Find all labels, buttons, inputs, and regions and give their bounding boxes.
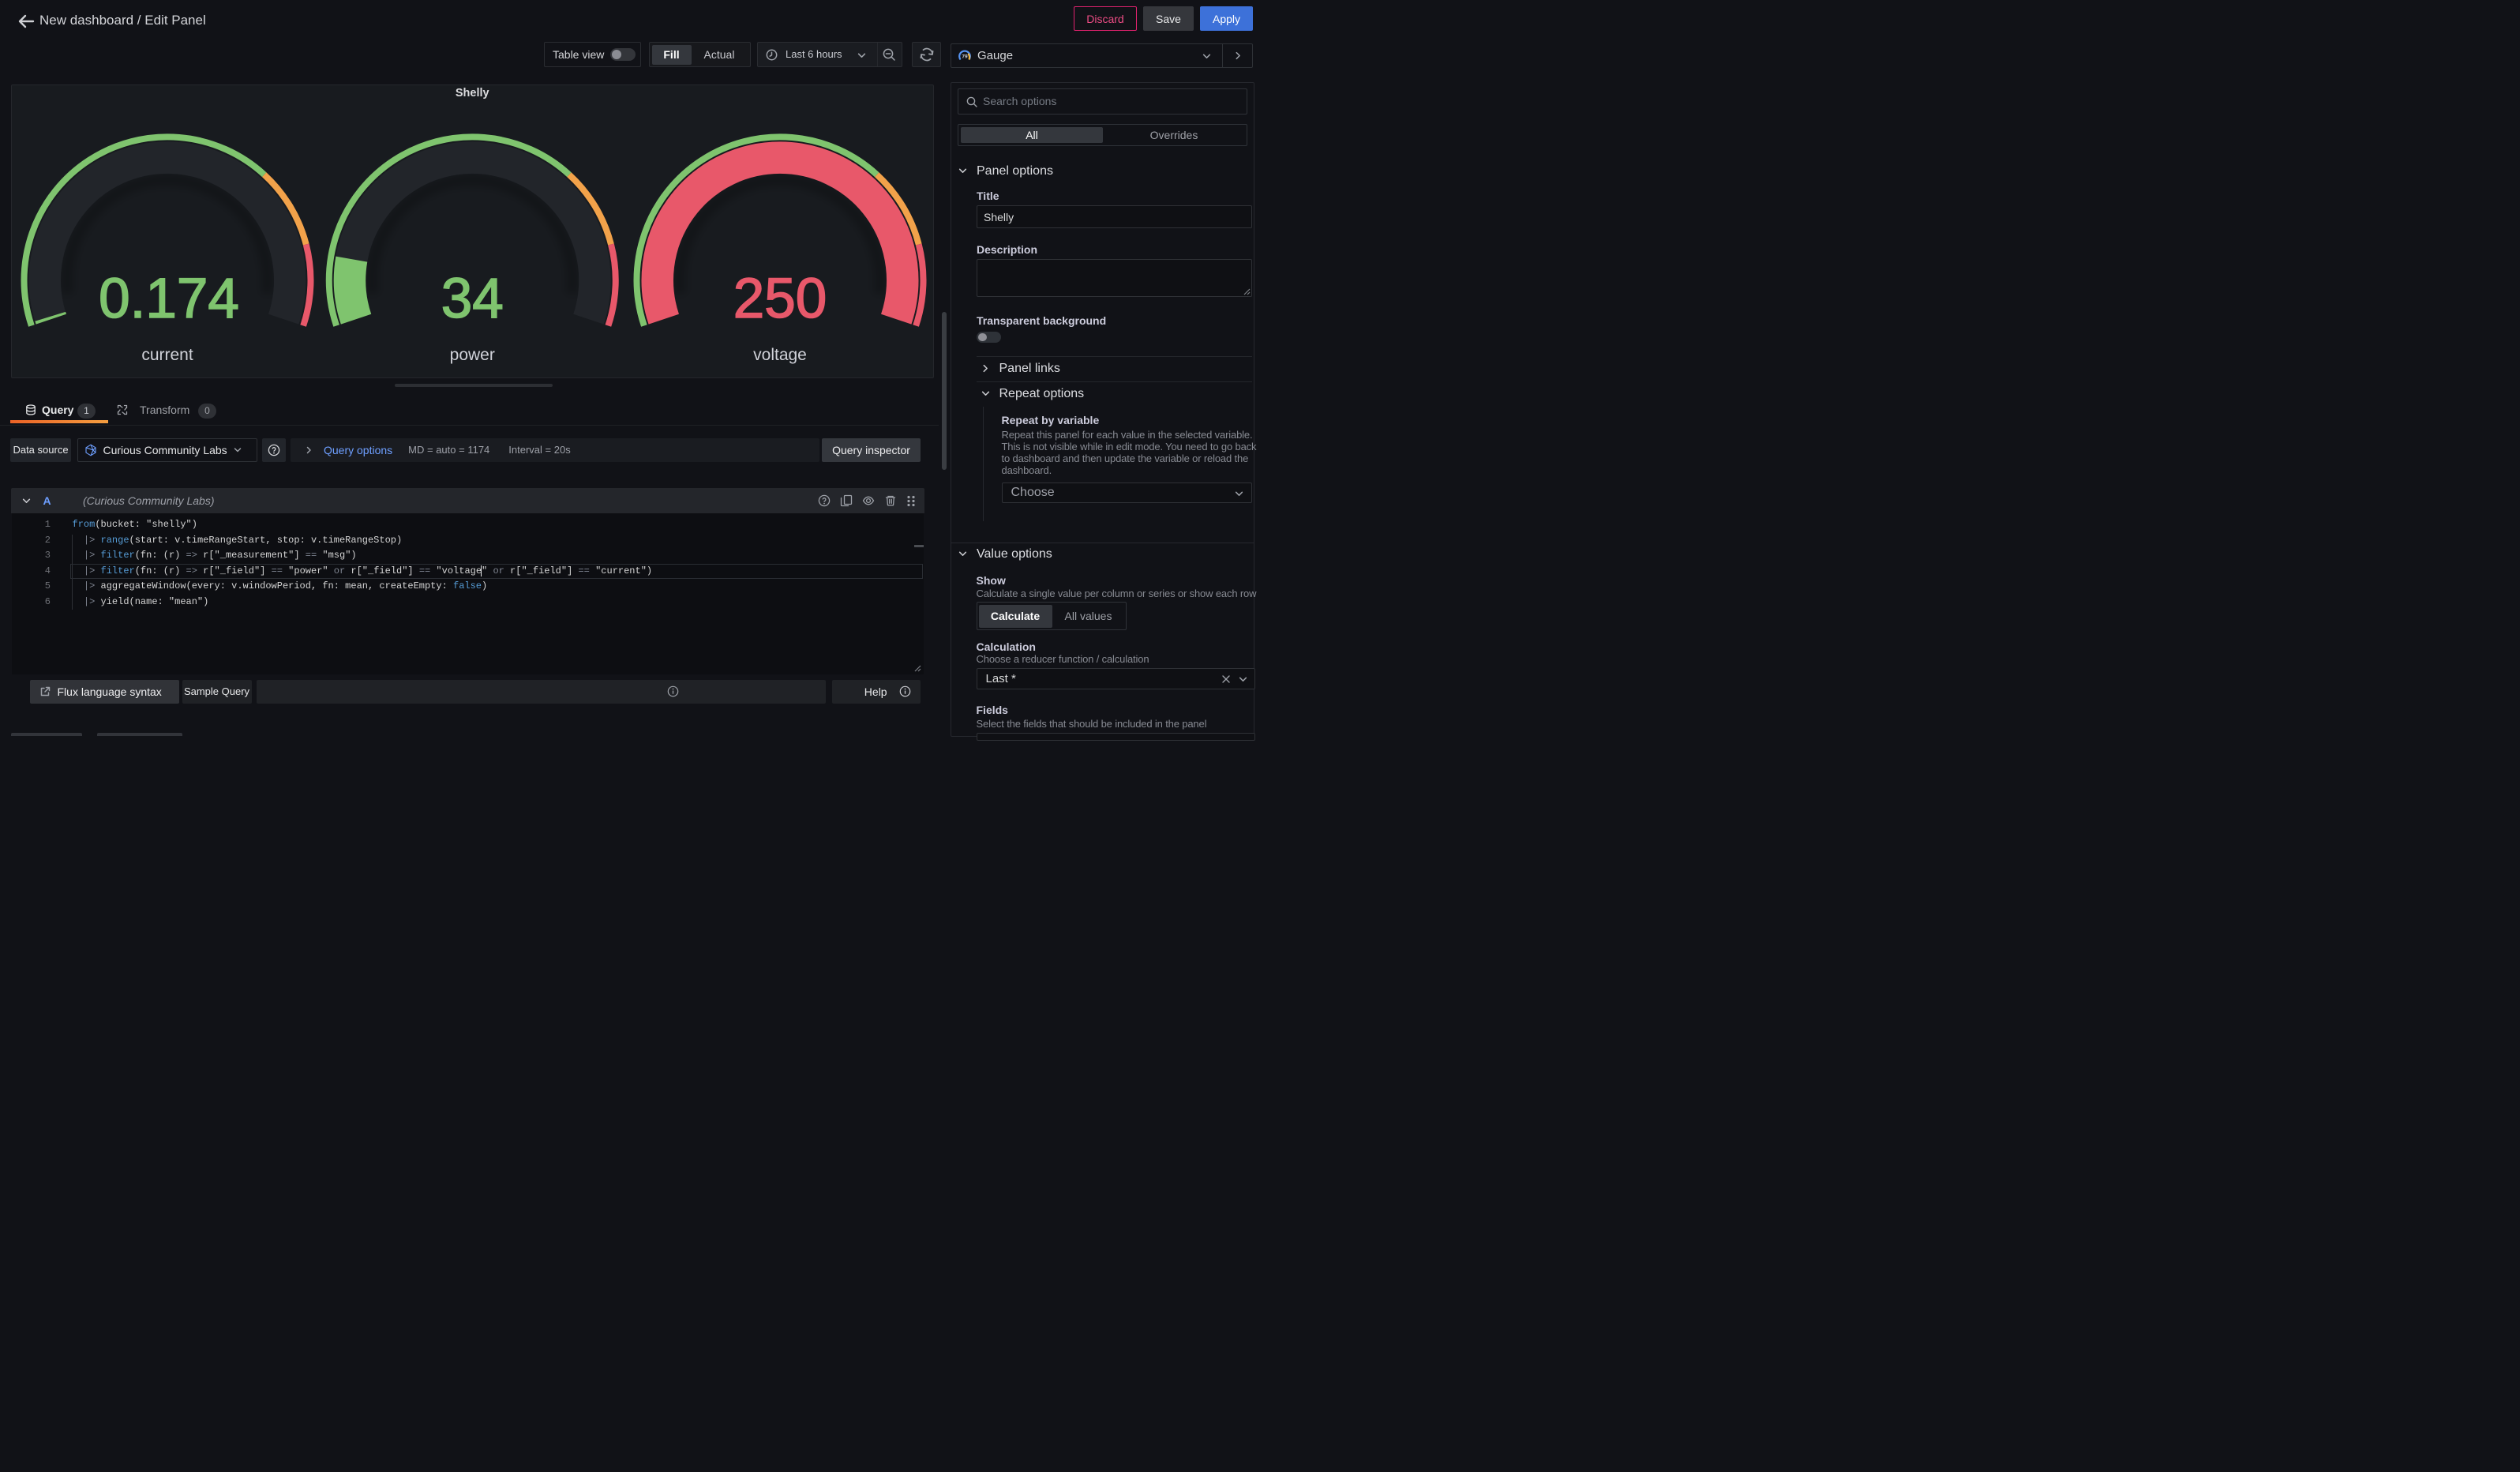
svg-text:250: 250 (733, 268, 827, 330)
svg-text:voltage: voltage (753, 346, 807, 364)
svg-text:current: current (141, 346, 193, 364)
svg-text:79: 79 (962, 54, 968, 59)
svg-text:power: power (450, 346, 495, 364)
svg-text:34: 34 (441, 268, 504, 330)
svg-text:0.174: 0.174 (99, 268, 239, 330)
